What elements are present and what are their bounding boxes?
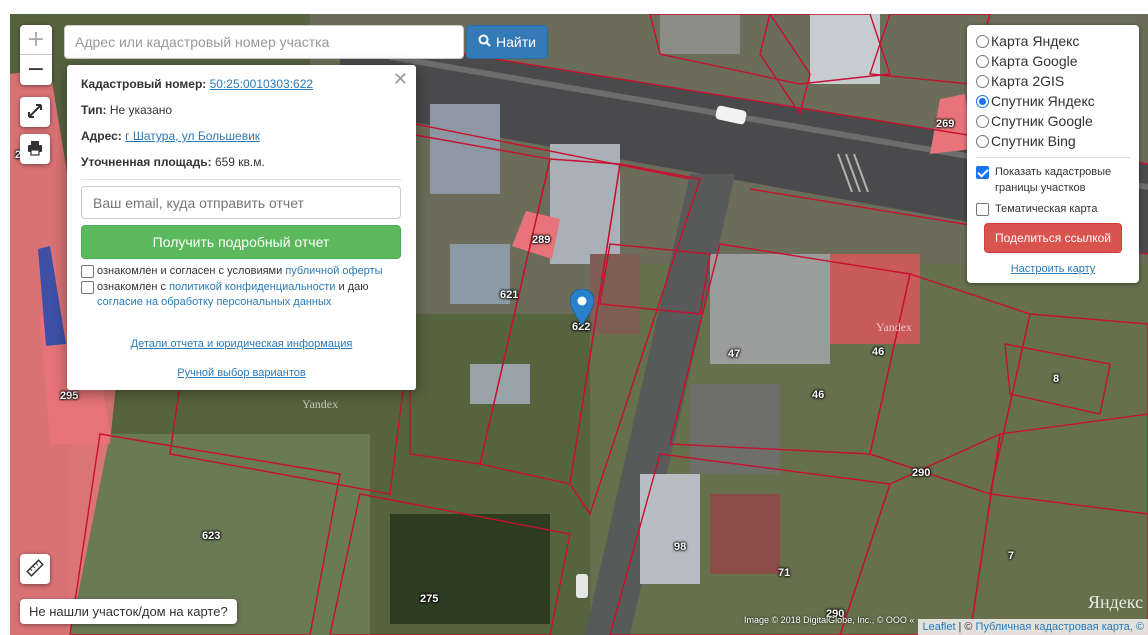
not-found-button[interactable]: Не нашли участок/дом на карте?: [20, 599, 237, 624]
zoom-control: + −: [20, 25, 52, 85]
cadastral-number-label: Кадастровый номер:: [81, 77, 207, 91]
imagery-attribution: Image © 2018 DigitalGlobe, Inc., © ООО «: [744, 615, 915, 625]
privacy-consent-checkbox[interactable]: [81, 281, 94, 294]
divider: [976, 157, 1130, 158]
get-report-button[interactable]: Получить подробный отчет: [81, 225, 401, 259]
yandex-watermark: Yandex: [876, 320, 913, 334]
manual-link-wrap: Ручной выбор вариантов: [67, 367, 416, 379]
layer-option-label: Карта 2GIS: [991, 73, 1065, 89]
layer-option-yandex-map[interactable]: Карта Яндекс: [976, 31, 1130, 51]
thematic-map-checkbox[interactable]: [976, 203, 989, 216]
divider: [81, 179, 402, 180]
search-input[interactable]: [64, 25, 464, 59]
ruler-button[interactable]: [20, 554, 50, 584]
offer-consent-checkbox[interactable]: [81, 265, 94, 278]
privacy-consent-row: ознакомлен с политикой конфиденциальност…: [81, 280, 402, 310]
layer-option-label: Спутник Яндекс: [991, 93, 1095, 109]
type-value: Не указано: [109, 103, 173, 117]
radio-button[interactable]: [976, 74, 989, 88]
report-details-link[interactable]: Детали отчета и юридическая информация: [131, 338, 353, 350]
parcel-label: 8: [1053, 373, 1060, 385]
parcel-label: 71: [778, 567, 791, 579]
ruler-icon: [26, 558, 44, 580]
cadastral-number-link[interactable]: 50:25:0010303:622: [210, 77, 313, 91]
offer-consent-prefix: ознакомлен и согласен с условиями: [97, 265, 283, 277]
configure-map-link[interactable]: Настроить карту: [976, 263, 1130, 275]
personal-data-consent-link[interactable]: согласие на обработку персональных данны…: [97, 296, 331, 308]
parcel-label: 295: [60, 390, 79, 402]
offer-consent-text: ознакомлен и согласен с условиями публич…: [97, 264, 383, 279]
yandex-watermark: Yandex: [302, 397, 339, 411]
area-row: Уточненная площадь: 659 кв.м.: [81, 155, 402, 169]
offer-consent-row: ознакомлен и согласен с условиями публич…: [81, 264, 402, 279]
privacy-consent-mid: и даю: [338, 281, 369, 293]
type-row: Тип: Не указано: [81, 103, 402, 117]
layer-switcher: Карта Яндекс Карта Google Карта 2GIS Спу…: [967, 25, 1139, 283]
show-borders-label: Показать кадастровые границы участков: [995, 166, 1112, 194]
privacy-consent-prefix: ознакомлен с: [97, 281, 167, 293]
address-row: Адрес: г Шатура, ул Большевик: [81, 129, 402, 143]
parcel-label: 269: [936, 118, 955, 130]
fullscreen-button[interactable]: [20, 97, 50, 127]
address-label: Адрес:: [81, 129, 122, 143]
email-input[interactable]: [81, 186, 401, 219]
area-label: Уточненная площадь:: [81, 155, 212, 169]
parcel-label: 289: [532, 234, 551, 246]
share-link-button[interactable]: Поделиться ссылкой: [984, 223, 1122, 253]
layer-option-google-satellite[interactable]: Спутник Google: [976, 111, 1130, 131]
layer-option-yandex-satellite[interactable]: Спутник Яндекс: [976, 91, 1130, 111]
address-link[interactable]: г Шатура, ул Большевик: [125, 129, 260, 143]
pkk-link[interactable]: Публичная кадастровая карта, ©: [976, 621, 1144, 633]
type-label: Тип:: [81, 103, 107, 117]
show-borders-checkbox[interactable]: [976, 166, 989, 179]
parcel-info-popup: ✕ Кадастровый номер: 50:25:0010303:622 Т…: [67, 65, 416, 390]
print-button[interactable]: [20, 134, 50, 164]
radio-button[interactable]: [976, 134, 989, 148]
expand-icon: [27, 103, 43, 122]
layer-option-label: Карта Google: [991, 53, 1078, 69]
zoom-in-button[interactable]: +: [20, 25, 52, 55]
radio-button[interactable]: [976, 114, 989, 128]
layer-option-label: Спутник Bing: [991, 133, 1076, 149]
layer-option-bing-satellite[interactable]: Спутник Bing: [976, 131, 1130, 151]
yandex-logo: Яндекс: [1088, 592, 1144, 612]
search-button-label: Найти: [496, 34, 536, 50]
privacy-policy-link[interactable]: политикой конфиденциальности: [169, 281, 335, 293]
radio-button-selected[interactable]: [976, 94, 989, 108]
public-offer-link[interactable]: публичной оферты: [285, 265, 382, 277]
map-marker-icon[interactable]: [569, 288, 595, 328]
privacy-consent-text: ознакомлен с политикой конфиденциальност…: [97, 280, 402, 310]
layer-option-label: Спутник Google: [991, 113, 1093, 129]
layer-option-google-map[interactable]: Карта Google: [976, 51, 1130, 71]
radio-button[interactable]: [976, 34, 989, 48]
area-value: 659 кв.м.: [214, 155, 265, 169]
layer-option-label: Карта Яндекс: [991, 33, 1080, 49]
parcel-label: 623: [202, 530, 221, 542]
parcel-label: 46: [872, 346, 885, 358]
layer-option-2gis-map[interactable]: Карта 2GIS: [976, 71, 1130, 91]
details-link-wrap: Детали отчета и юридическая информация: [67, 338, 416, 350]
printer-icon: [27, 140, 43, 159]
parcel-label: 290: [912, 467, 931, 479]
search-button[interactable]: Найти: [466, 25, 548, 59]
parcel-label: 7: [1008, 550, 1015, 562]
thematic-map-option[interactable]: Тематическая карта: [976, 201, 1130, 217]
thematic-map-label: Тематическая карта: [995, 203, 1098, 215]
leaflet-link[interactable]: Leaflet: [922, 621, 955, 633]
manual-selection-link[interactable]: Ручной выбор вариантов: [177, 367, 305, 379]
parcel-label: 47: [728, 348, 741, 360]
parcel-label: 275: [420, 593, 439, 605]
parcel-label: 98: [674, 541, 687, 553]
close-icon[interactable]: ✕: [393, 69, 408, 90]
parcel-label: 46: [812, 389, 825, 401]
search-icon: [478, 34, 491, 50]
radio-button[interactable]: [976, 54, 989, 68]
map-attribution: Leaflet | © Публичная кадастровая карта,…: [918, 619, 1148, 635]
attribution-separator: | ©: [958, 621, 973, 633]
zoom-out-button[interactable]: −: [20, 55, 52, 85]
show-borders-option[interactable]: Показать кадастровые границы участков: [976, 164, 1130, 196]
cadastral-number-row: Кадастровый номер: 50:25:0010303:622: [81, 77, 402, 91]
parcel-label: 621: [500, 289, 519, 301]
